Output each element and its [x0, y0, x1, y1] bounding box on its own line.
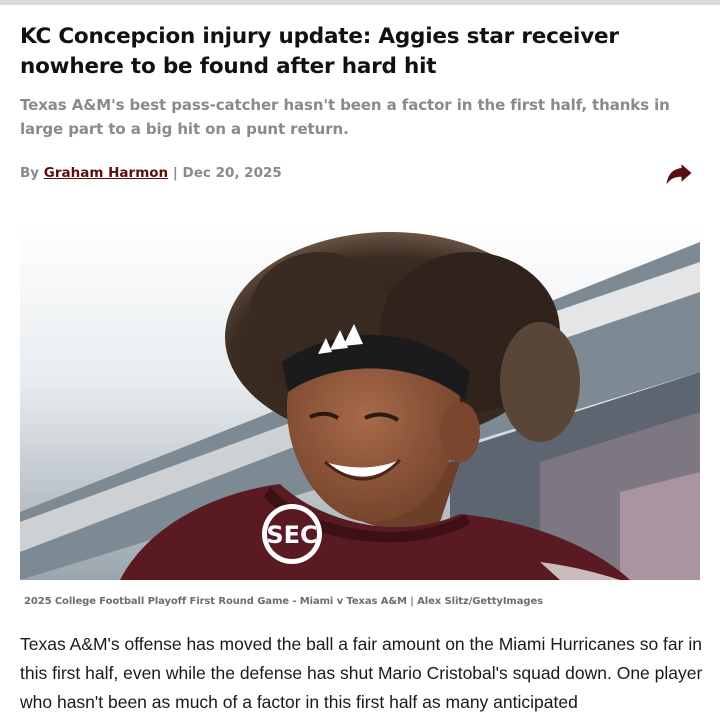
share-arrow-icon[interactable] [664, 158, 694, 188]
article-header: KC Concepcion injury update: Aggies star… [20, 22, 700, 187]
image-caption: 2025 College Football Playoff First Roun… [24, 596, 543, 607]
byline-row: By Graham Harmon | Dec 20, 2025 [20, 159, 700, 187]
byline-separator: | [168, 165, 183, 181]
article-headline: KC Concepcion injury update: Aggies star… [20, 24, 619, 79]
article-body-paragraph: Texas A&M's offense has moved the ball a… [20, 634, 703, 712]
article-dek: Texas A&M's best pass-catcher hasn't bee… [20, 96, 670, 138]
top-divider [0, 0, 720, 5]
hero-photo-illustration: SEC [20, 222, 700, 580]
sec-patch-label: SEC [266, 521, 317, 549]
byline: By Graham Harmon | Dec 20, 2025 [20, 165, 282, 181]
sec-patch: SEC [262, 504, 322, 564]
byline-prefix: By [20, 165, 44, 181]
hero-image: SEC [20, 222, 700, 580]
author-link[interactable]: Graham Harmon [44, 165, 168, 181]
publish-date: Dec 20, 2025 [182, 165, 282, 181]
